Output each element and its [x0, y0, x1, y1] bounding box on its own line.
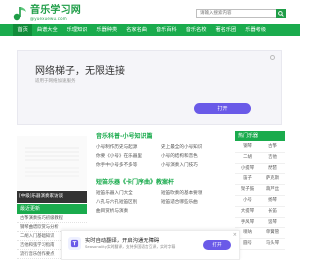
logo-url: @yuexuewu.com — [30, 15, 67, 21]
search-button[interactable] — [276, 9, 286, 18]
ad-banner[interactable]: 网络梯子，无限连接 适用于网络加速服务 打开 — [17, 50, 282, 125]
music-note-logo-icon — [12, 5, 28, 21]
instrument-link[interactable]: 葫芦丝 — [260, 185, 285, 196]
nav-item-home[interactable]: 首页 — [13, 24, 33, 36]
instrument-link[interactable]: 马头琴 — [260, 239, 285, 250]
instrument-link[interactable]: 钢琴 — [235, 142, 260, 153]
article-line[interactable]: 短笛乐器入门大全 — [96, 189, 161, 198]
instrument-link[interactable]: 小提琴 — [235, 164, 260, 175]
floating-ad-open-button[interactable]: 打开 — [203, 240, 231, 250]
instrument-link[interactable]: 古筝 — [260, 142, 285, 153]
featured-image-caption[interactable]: [中级]乐器演奏家访谈 — [17, 191, 87, 203]
nav-item-exams[interactable]: 乐器考级 — [241, 24, 271, 36]
main-nav: 首页 曲谱大全 乐理知识 乐器种类 名家名曲 音乐百科 音乐名校 著名乐团 乐器… — [0, 24, 300, 36]
popular-instruments-panel: 热门乐器 钢琴 古筝 二胡 吉他 小提琴 琵琶 笛子 萨克斯 架子鼓 葫芦丝 小… — [235, 131, 285, 250]
instrument-link[interactable]: 吉他 — [260, 153, 285, 164]
instrument-link[interactable]: 琵琶 — [260, 164, 285, 175]
site-logo[interactable]: 音乐学习网 @yuexuewu.com — [12, 3, 81, 23]
ad-banner-subtitle: 适用于网络加速服务 — [35, 79, 76, 84]
article-line[interactable]: 短笛适合哪些乐曲 — [161, 198, 226, 207]
instrument-link[interactable]: 大提琴 — [235, 207, 260, 218]
close-icon[interactable]: × — [233, 232, 237, 238]
nav-item-theory[interactable]: 乐理知识 — [62, 24, 92, 36]
ad-open-button[interactable]: 打开 — [194, 103, 251, 114]
nav-item-schools[interactable]: 音乐名校 — [181, 24, 211, 36]
article-title[interactable]: 音乐科普-小号知识篇 — [96, 131, 226, 140]
nav-item-scores[interactable]: 曲谱大全 — [32, 24, 62, 36]
nav-item-masters[interactable]: 名家名曲 — [122, 24, 152, 36]
article-line[interactable]: 小号制作历史与起源 — [96, 143, 161, 152]
floating-ad-description: Seasonality实时翻译，支持多国语言互译，实时字幕 — [85, 244, 176, 249]
article-line[interactable]: 曲目赏析与演奏 — [96, 207, 161, 216]
featured-image[interactable] — [17, 136, 87, 190]
article-line[interactable]: 小号演奏入门技巧 — [161, 161, 226, 170]
translate-app-icon — [68, 237, 81, 250]
instrument-link[interactable]: 手风琴 — [235, 218, 260, 229]
article-line[interactable]: 你要《小号》在乐器里 — [96, 152, 161, 161]
nav-item-orchestras[interactable]: 著名乐团 — [211, 24, 241, 36]
instrument-link[interactable]: 竖琴 — [260, 218, 285, 229]
article-title[interactable]: 短笛乐器《卡门序曲》教案杆 — [96, 177, 226, 186]
instrument-link[interactable]: 二胡 — [235, 153, 260, 164]
floating-ad-title: 实时自动翻译，开启沟通无障碍 — [85, 238, 160, 244]
search-bar — [196, 9, 286, 18]
article-line[interactable]: 短笛吹奏的基本要领 — [161, 189, 226, 198]
instrument-link[interactable]: 架子鼓 — [235, 185, 260, 196]
nav-item-encyclopedia[interactable]: 音乐百科 — [151, 24, 181, 36]
search-input[interactable] — [196, 9, 276, 18]
latest-updates-heading: 最近更新 — [17, 204, 87, 214]
article-line[interactable]: 史上最全的小号知识 — [161, 143, 226, 152]
instrument-link[interactable]: 扬琴 — [260, 196, 285, 207]
article-piccolo: 短笛乐器《卡门序曲》教案杆 短笛乐器入门大全 短笛吹奏的基本要领 八孔与六孔短笛… — [96, 177, 226, 216]
instrument-link[interactable]: 小号 — [235, 196, 260, 207]
article-line[interactable]: 你手中小号多不多等 — [96, 161, 161, 170]
popular-instruments-heading: 热门乐器 — [235, 131, 285, 141]
article-line[interactable]: 八孔与六孔短笛区别 — [96, 198, 161, 207]
floating-ad[interactable]: × 实时自动翻译，开启沟通无障碍 Seasonality实时翻译，支持多国语言互… — [61, 230, 240, 260]
instrument-link[interactable]: 笛子 — [235, 174, 260, 186]
search-icon — [278, 10, 284, 17]
article-line[interactable]: 小号的结构和音色 — [161, 152, 226, 161]
logo-title: 音乐学习网 — [30, 4, 81, 16]
instrument-link[interactable]: 单簧管 — [260, 228, 285, 240]
nav-item-instruments[interactable]: 乐器种类 — [92, 24, 122, 36]
instrument-link[interactable]: 长笛 — [260, 207, 285, 218]
article-trumpet: 音乐科普-小号知识篇 小号制作历史与起源 史上最全的小号知识 你要《小号》在乐器… — [96, 131, 226, 170]
instrument-link[interactable]: 萨克斯 — [260, 174, 285, 186]
ad-banner-title: 网络梯子，无限连接 — [35, 66, 125, 77]
site-header: 音乐学习网 @yuexuewu.com — [0, 0, 300, 25]
ad-info-icon[interactable] — [270, 55, 275, 60]
list-item[interactable]: 古筝演奏技巧初级教程 — [17, 214, 87, 223]
